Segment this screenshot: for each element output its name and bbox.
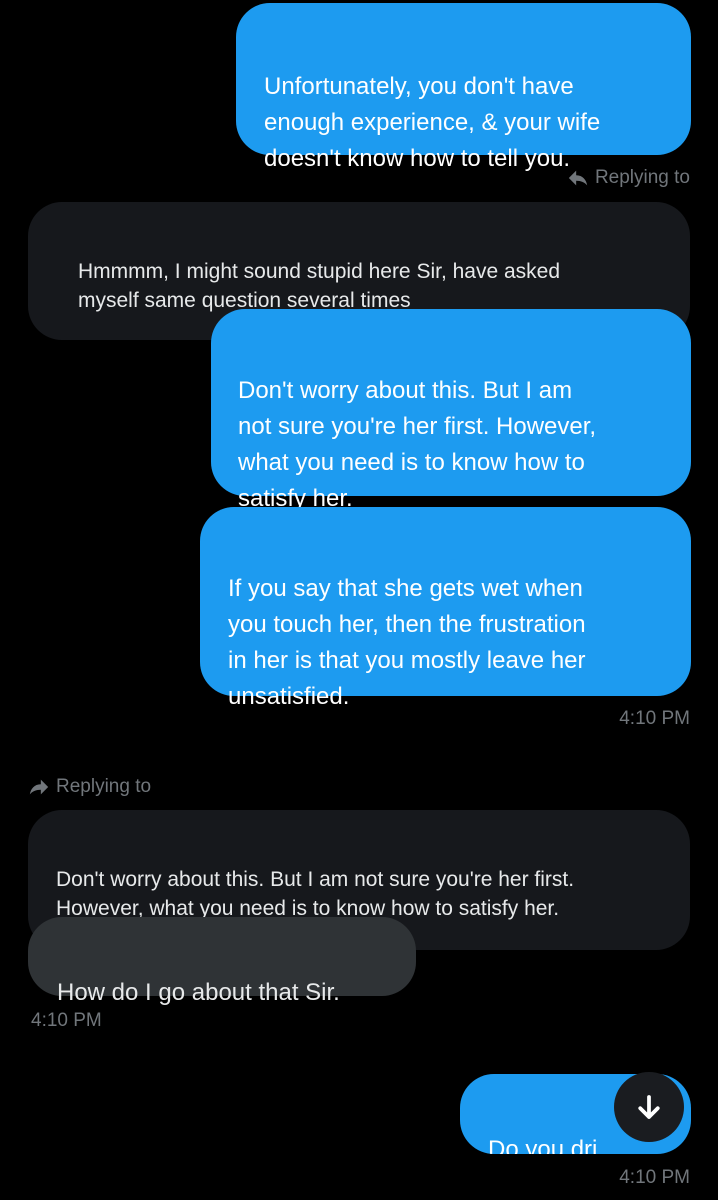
message-text: Unfortunately, you don't have enough exp… [264, 73, 601, 172]
message-text: How do I go about that Sir. [57, 979, 340, 1006]
outgoing-message-bubble[interactable]: Unfortunately, you don't have enough exp… [236, 3, 691, 172]
quoted-text: Hmmmm, I might sound stupid here Sir, ha… [78, 260, 561, 312]
incoming-message-bubble[interactable]: How do I go about that Sir. [28, 917, 416, 1006]
message-text: Do you dri [488, 1136, 598, 1154]
message-timestamp: 4:10 PM [31, 1010, 102, 1031]
replying-to-indicator[interactable]: Replying to [567, 166, 690, 190]
quoted-text: Don't worry about this. But I am not sur… [56, 868, 575, 920]
replying-to-indicator[interactable]: Replying to [28, 775, 151, 799]
replying-to-label: Replying to [594, 167, 690, 188]
outgoing-message-bubble[interactable]: If you say that she gets wet when you to… [200, 507, 691, 710]
outgoing-message-bubble[interactable]: Don't worry about this. But I am not sur… [211, 309, 691, 512]
replying-to-label: Replying to [56, 776, 152, 797]
scroll-to-bottom-button[interactable] [614, 1072, 684, 1142]
message-timestamp: 4:10 PM [619, 708, 690, 729]
message-text: Don't worry about this. But I am not sur… [238, 377, 597, 512]
message-timestamp: 4:10 PM [619, 1167, 690, 1188]
arrow-down-icon [638, 1095, 660, 1119]
reply-arrow-icon [568, 170, 588, 186]
forward-arrow-icon [29, 779, 49, 795]
message-text: If you say that she gets wet when you to… [228, 575, 586, 710]
